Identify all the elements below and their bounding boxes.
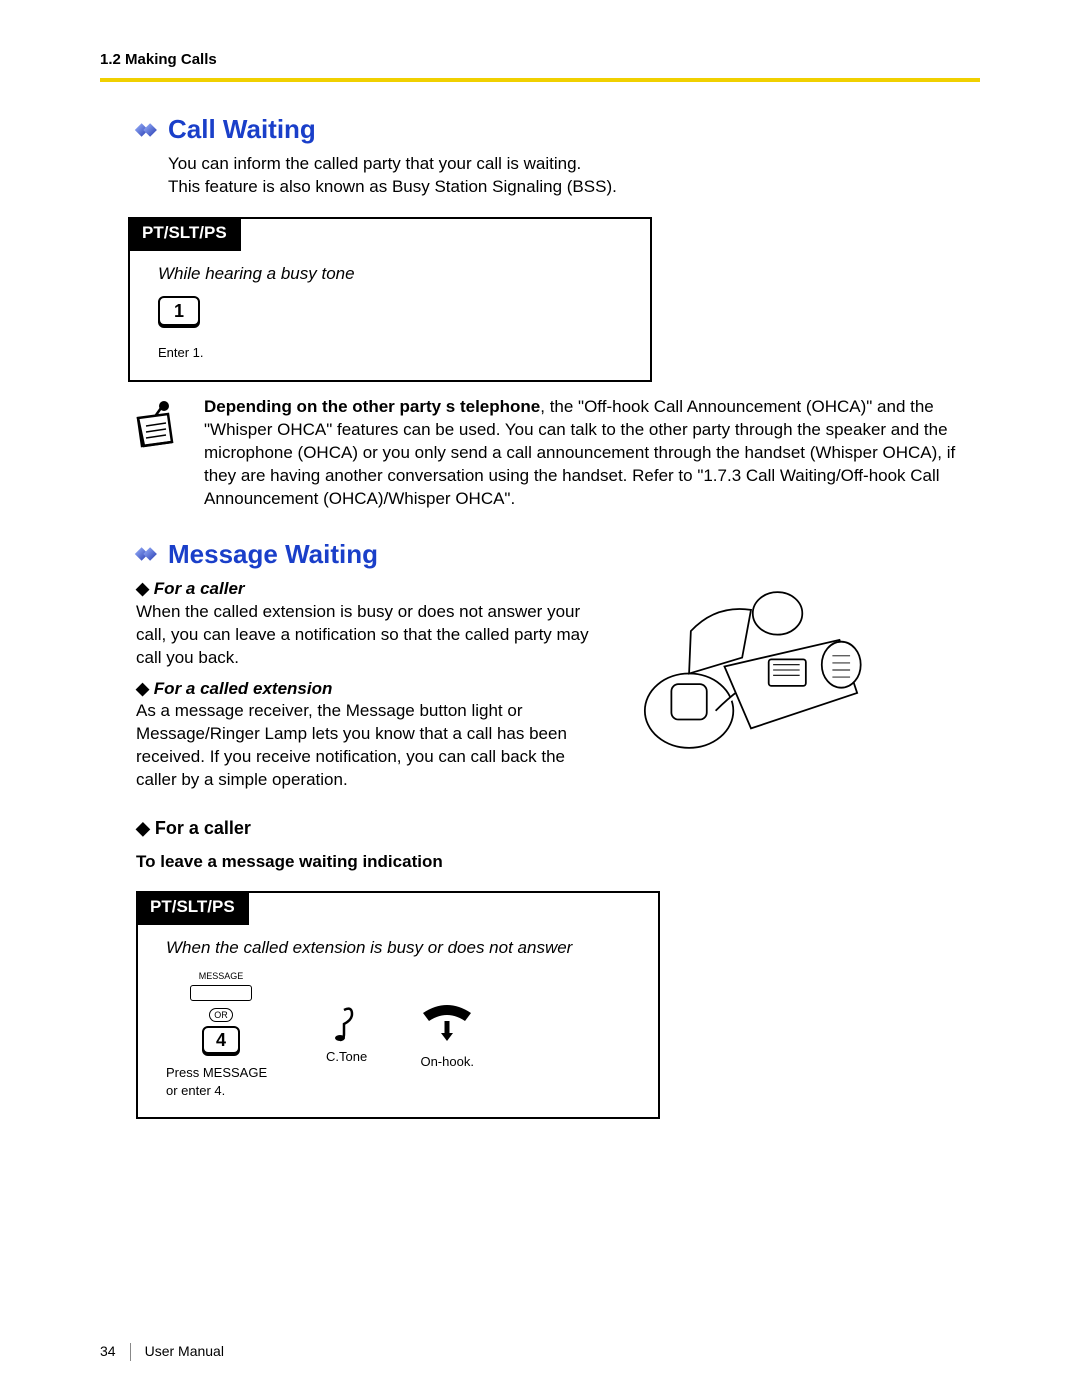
ctone-label: C.Tone — [326, 1048, 367, 1066]
note-icon — [128, 396, 184, 452]
running-header: 1.2 Making Calls — [100, 50, 980, 70]
for-a-caller-body: When the called extension is busy or doe… — [136, 601, 606, 670]
desk-telephone-illustration — [636, 578, 866, 755]
for-called-ext-body: As a message receiver, the Message butto… — [136, 700, 606, 792]
message-button-icon — [190, 985, 252, 1001]
note-text: Depending on the other party s telephone… — [204, 396, 964, 511]
message-label: MESSAGE — [166, 970, 276, 982]
call-waiting-heading: Call Waiting — [168, 112, 316, 147]
leave-msg-procedure: PT/SLT/PS When the called extension is b… — [136, 891, 660, 1119]
for-a-caller-heading: For a caller — [136, 578, 606, 601]
call-waiting-intro-2: This feature is also known as Busy Stati… — [168, 176, 980, 199]
footer-separator — [130, 1343, 131, 1361]
diamonds-icon — [128, 119, 162, 141]
on-hook-icon — [417, 999, 477, 1043]
confirmation-tone-icon — [330, 1004, 364, 1044]
procedure-context: While hearing a busy tone — [158, 263, 630, 286]
onhook-label: On-hook. — [417, 1053, 477, 1071]
diamonds-icon — [128, 543, 162, 565]
key-4: 4 — [202, 1026, 240, 1054]
or-pill: OR — [209, 1008, 233, 1022]
page-footer: 34 User Manual — [100, 1342, 224, 1361]
call-waiting-procedure: PT/SLT/PS While hearing a busy tone 1 En… — [128, 217, 652, 382]
call-waiting-intro-1: You can inform the called party that you… — [168, 153, 980, 176]
key-1: 1 — [158, 296, 200, 326]
for-a-caller-title: For a caller — [136, 816, 980, 840]
step1-caption: Press MESSAGE or enter 4. — [166, 1064, 276, 1099]
footer-label: User Manual — [145, 1342, 224, 1361]
for-called-ext-heading: For a called extension — [136, 678, 606, 701]
procedure-tab: PT/SLT/PS — [128, 217, 241, 251]
key-1-caption: Enter 1. — [158, 344, 630, 362]
message-waiting-heading: Message Waiting — [168, 537, 378, 572]
header-rule — [100, 78, 980, 82]
leave-msg-task: To leave a message waiting indication — [136, 851, 980, 874]
page-number: 34 — [100, 1342, 116, 1361]
procedure-tab: PT/SLT/PS — [136, 891, 249, 925]
note-bold: Depending on the other party s telephone — [204, 397, 540, 416]
procedure-context: When the called extension is busy or doe… — [166, 937, 638, 960]
